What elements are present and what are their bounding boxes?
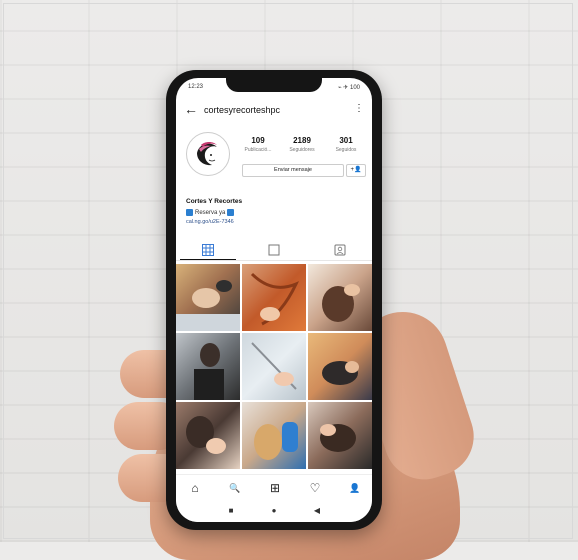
photo-9[interactable] [308, 402, 372, 469]
stat-followers-number: 2189 [293, 136, 311, 145]
stat-following[interactable]: 301 Seguidos [326, 136, 366, 153]
stat-posts-number: 109 [251, 136, 265, 145]
status-icons: ⌁ ✈ 100 [338, 85, 360, 91]
status-bar: 12:23 ⌁ ✈ 100 [176, 78, 372, 94]
home-icon[interactable]: ⌂ [188, 481, 202, 495]
display-name: Cortes Y Recortes [186, 198, 243, 205]
phone-screen: 12:23 ⌁ ✈ 100 ← cortesyrecorteshpc ⋮ 109… [176, 78, 372, 522]
tagged-icon[interactable] [334, 243, 346, 256]
more-options-icon[interactable]: ⋮ [354, 103, 364, 114]
status-time: 12:23 [188, 84, 204, 90]
photo-6[interactable] [308, 333, 372, 400]
search-icon[interactable]: 🔍 [228, 481, 242, 495]
follow-button[interactable]: +👤 [346, 164, 366, 177]
photo-4[interactable] [176, 333, 240, 400]
system-back-icon[interactable]: ◀ [312, 506, 322, 516]
photo-8[interactable] [242, 402, 306, 469]
profile-tabs [176, 238, 372, 261]
stat-posts[interactable]: 109 Publicació... [238, 136, 278, 153]
reserve-badge-icon [186, 209, 193, 216]
send-message-button[interactable]: Enviar mensaje [242, 164, 344, 177]
recent-apps-icon[interactable]: ■ [226, 506, 236, 516]
reserve-badge-icon-2 [227, 209, 235, 216]
photo-2[interactable] [242, 264, 306, 331]
photo-7[interactable] [176, 402, 240, 469]
stat-following-number: 301 [339, 136, 353, 145]
activity-heart-icon[interactable]: ♡ [308, 481, 322, 495]
new-post-icon[interactable]: ⊞ [268, 481, 282, 495]
back-arrow-icon[interactable]: ← [184, 102, 198, 116]
photo-3[interactable] [308, 264, 372, 331]
stat-following-label: Seguidos [335, 147, 357, 153]
system-home-icon[interactable]: ● [269, 506, 279, 516]
reels-icon[interactable] [268, 243, 280, 256]
bottom-navigation: ⌂ 🔍 ⊞ ♡ 👤 [176, 474, 372, 501]
grid-icon[interactable] [180, 243, 236, 260]
stat-followers-label: Seguidores [289, 147, 315, 153]
photo-5[interactable] [242, 333, 306, 400]
system-navigation-bar: ■ ● ◀ [176, 500, 372, 522]
stat-posts-label: Publicació... [244, 147, 272, 153]
profile-stats: 109 Publicació... 2189 Seguidores 301 Se… [238, 136, 366, 160]
bio: Reserva ya [186, 209, 235, 217]
stat-followers[interactable]: 2189 Seguidores [282, 136, 322, 153]
profile-icon[interactable]: 👤 [348, 481, 362, 495]
profile-link[interactable]: cal.ng.go/u2E-7346 [186, 219, 234, 225]
username: cortesyrecorteshpc [204, 105, 281, 115]
photo-1[interactable] [176, 264, 240, 331]
photo-grid [176, 264, 372, 470]
salon-logo-icon [188, 134, 228, 174]
bio-text: Reserva ya [195, 210, 226, 217]
avatar[interactable] [186, 132, 230, 176]
profile-header: ← cortesyrecorteshpc ⋮ [176, 100, 372, 122]
